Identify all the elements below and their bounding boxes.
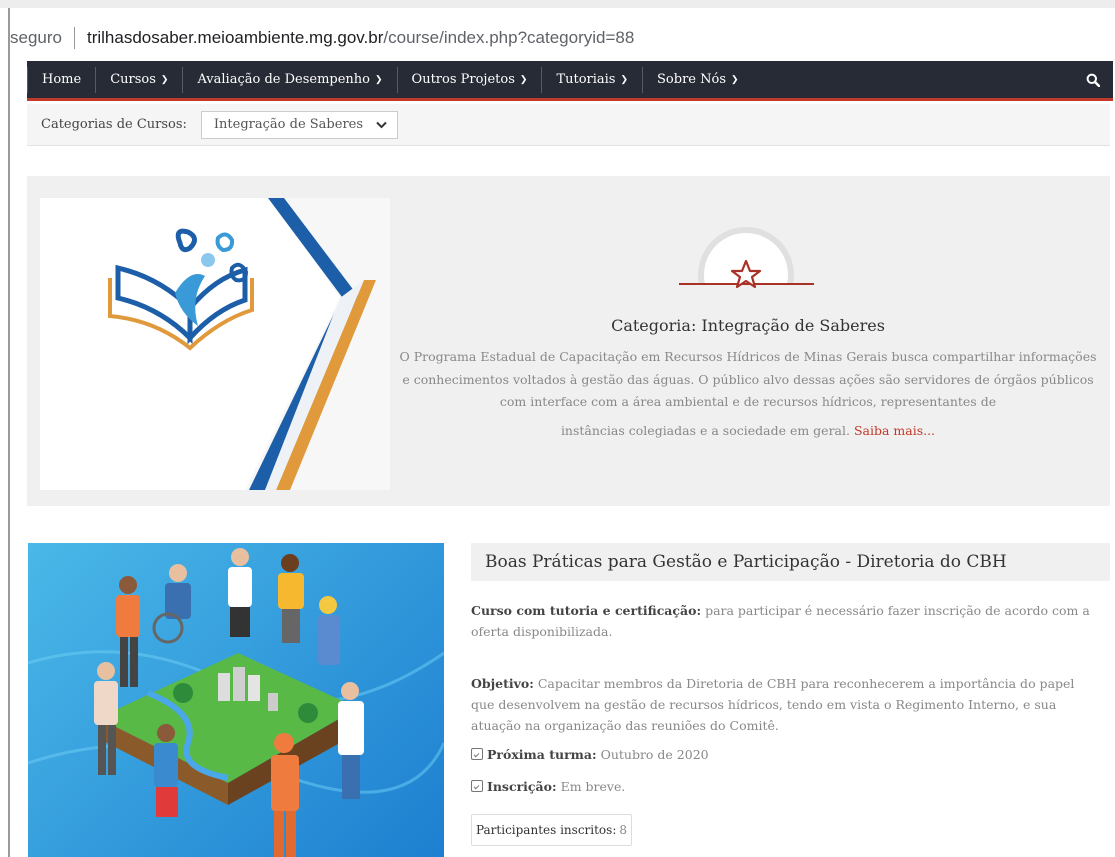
url-host[interactable]: trilhasdosaber.meioambiente.mg.gov.br bbox=[87, 28, 383, 48]
participants-label: Participantes inscritos: bbox=[475, 823, 617, 837]
star-icon bbox=[730, 259, 762, 289]
window-frame-top bbox=[0, 0, 1115, 8]
chevron-down-icon: ❯ bbox=[375, 74, 383, 85]
chevron-down-icon: ❯ bbox=[620, 74, 629, 85]
nav-item-label: Sobre Nós bbox=[657, 72, 726, 87]
window-frame-left bbox=[8, 8, 10, 857]
nav-item-avaliacao[interactable]: Avaliação de Desempenho ❯ bbox=[182, 66, 396, 93]
url-path[interactable]: /course/index.php?categoryid=88 bbox=[383, 28, 634, 48]
tutoria-label: Curso com tutoria e certificação: bbox=[471, 603, 702, 618]
inscricao: Inscrição: Em breve. bbox=[471, 776, 1101, 797]
course-image[interactable] bbox=[28, 543, 444, 857]
category-title: Categoria: Integração de Saberes bbox=[611, 316, 885, 335]
category-select-value: Integração de Saberes bbox=[213, 117, 364, 132]
nav-item-outros-projetos[interactable]: Outros Projetos ❯ bbox=[396, 66, 542, 93]
category-select-label: Categorias de Cursos: bbox=[41, 117, 187, 132]
category-select[interactable]: Integração de Saberes bbox=[200, 110, 398, 139]
inscricao-label: Inscrição: bbox=[487, 779, 557, 794]
category-hero: Categoria: Integração de Saberes O Progr… bbox=[27, 176, 1110, 506]
participants-button[interactable]: Participantes inscritos: 8 bbox=[471, 814, 632, 846]
nav-item-tutoriais[interactable]: Tutoriais ❯ bbox=[541, 66, 642, 93]
search-button[interactable] bbox=[1073, 61, 1113, 98]
participants-count: 8 bbox=[619, 823, 627, 837]
nav-item-home[interactable]: Home bbox=[27, 66, 95, 93]
search-icon bbox=[1086, 73, 1100, 87]
chevron-down-icon: ❯ bbox=[519, 74, 528, 85]
course-tutoria: Curso com tutoria e certificação: para p… bbox=[471, 600, 1101, 642]
chevron-down-icon: ❯ bbox=[731, 74, 739, 85]
chevron-down-icon bbox=[376, 121, 387, 128]
category-image bbox=[40, 198, 390, 490]
saiba-mais-link[interactable]: Saiba mais... bbox=[854, 423, 935, 438]
proxima-turma: Próxima turma: Outubro de 2020 bbox=[471, 744, 1101, 765]
course-title[interactable]: Boas Práticas para Gestão e Participação… bbox=[471, 543, 1110, 581]
address-separator bbox=[73, 27, 75, 49]
nav-item-label: Home bbox=[42, 72, 82, 87]
nav-item-label: Tutoriais bbox=[556, 72, 616, 87]
proxima-value: Outubro de 2020 bbox=[600, 747, 709, 762]
chevron-down-icon: ❯ bbox=[160, 74, 169, 85]
objetivo-label: Objetivo: bbox=[471, 676, 534, 691]
main-nav: Home Cursos ❯ Avaliação de Desempenho ❯ Ou… bbox=[27, 61, 1113, 101]
course-objetivo: Objetivo: Capacitar membros da Diretoria… bbox=[471, 673, 1101, 736]
category-description-2: instâncias colegiadas e a sociedade em g… bbox=[560, 423, 850, 438]
security-label[interactable]: seguro bbox=[10, 28, 62, 48]
calendar-check-icon bbox=[471, 748, 483, 760]
nav-item-label: Cursos bbox=[110, 72, 156, 87]
category-description: O Programa Estadual de Capacitação em Re… bbox=[399, 349, 1097, 409]
inscricao-value: Em breve. bbox=[560, 779, 626, 794]
calendar-check-icon bbox=[471, 780, 483, 792]
proxima-label: Próxima turma: bbox=[487, 747, 597, 762]
category-bar: Categorias de Cursos: Integração de Sabe… bbox=[27, 104, 1110, 146]
category-description-end: instâncias colegiadas e a sociedade em g… bbox=[398, 423, 1098, 438]
nav-item-label: Avaliação de Desempenho bbox=[197, 72, 370, 87]
address-bar[interactable]: seguro trilhasdosaber.meioambiente.mg.go… bbox=[10, 20, 1105, 56]
nav-item-sobre-nos[interactable]: Sobre Nós ❯ bbox=[642, 66, 753, 93]
nav-item-cursos[interactable]: Cursos ❯ bbox=[95, 66, 182, 93]
objetivo-text: Capacitar membros da Diretoria de CBH pa… bbox=[471, 676, 1075, 733]
nav-item-label: Outros Projetos bbox=[411, 72, 515, 87]
